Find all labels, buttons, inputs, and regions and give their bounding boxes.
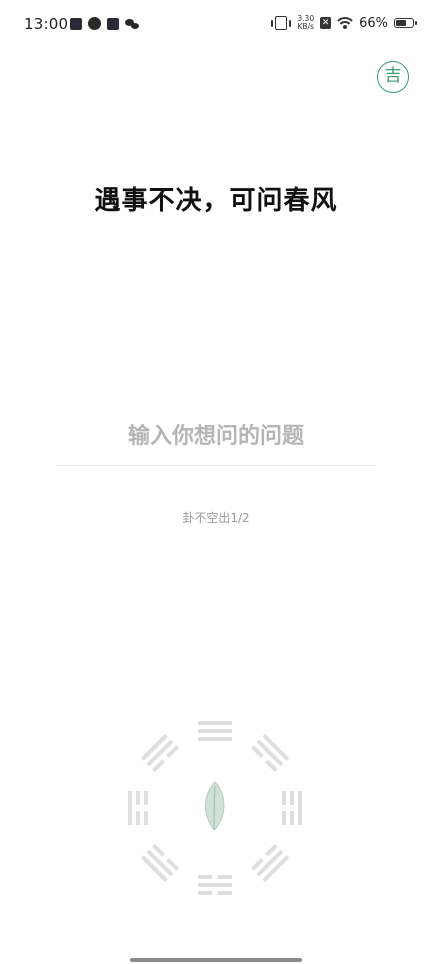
question-input[interactable]: [56, 424, 376, 466]
trigram-right-icon: [282, 791, 302, 825]
trigram-bottom-left-icon: [140, 843, 180, 883]
trigram-bottom-icon: [198, 875, 232, 895]
status-bar: 13:00 3.30 KB/s ✕ 66%: [0, 0, 432, 50]
wifi-icon: [337, 17, 354, 29]
page-title: 遇事不决，可问春风: [94, 186, 338, 216]
notification-icons: [70, 17, 139, 30]
home-indicator[interactable]: [130, 958, 302, 962]
trigram-left-icon: [128, 791, 148, 825]
trigram-top-icon: [198, 721, 232, 741]
system-icons: 3.30 KB/s ✕ 66%: [271, 15, 417, 31]
wechat-icon: [125, 18, 139, 30]
network-speed-unit: KB/s: [297, 22, 314, 31]
leaf-icon[interactable]: [202, 780, 228, 832]
loop-app-icon: [88, 17, 101, 30]
status-time: 13:00: [24, 15, 69, 33]
battery-icon: [394, 18, 417, 28]
sim-no-service-icon: ✕: [320, 17, 332, 29]
video-app-icon: [70, 17, 82, 30]
network-speed: 3.30 KB/s: [297, 15, 314, 31]
trigram-top-left-icon: [140, 733, 180, 773]
trigram-bottom-right-icon: [250, 843, 290, 883]
bagua-diagram[interactable]: [117, 711, 313, 907]
battery-percent: 66%: [359, 15, 388, 31]
auspicious-badge-button[interactable]: 吉: [377, 61, 409, 93]
trigram-top-right-icon: [250, 733, 290, 773]
mail-app-icon: [107, 17, 119, 30]
attempt-counter: 卦不空出1/2: [182, 511, 250, 525]
vibrate-icon: [271, 16, 292, 30]
